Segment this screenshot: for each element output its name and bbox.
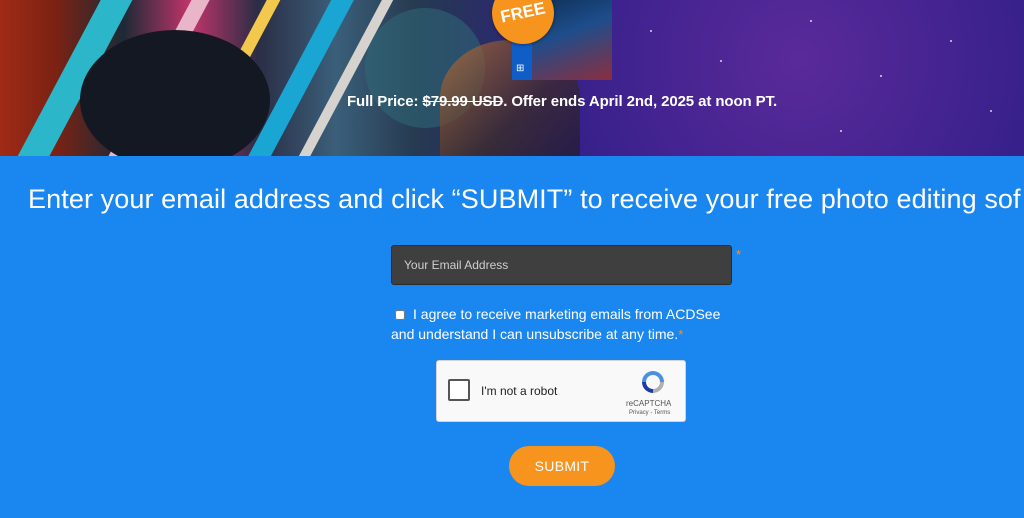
consent-label: I agree to receive marketing emails from… [391, 306, 721, 342]
recaptcha-label: I'm not a robot [481, 384, 558, 398]
recaptcha-checkbox[interactable] [448, 379, 470, 401]
star-dot [650, 30, 652, 32]
windows-icon: ⊞ [516, 63, 525, 74]
submit-button[interactable]: SUBMIT [509, 446, 615, 486]
offer-end-text: . Offer ends April 2nd, 2025 at noon PT. [503, 93, 778, 110]
free-badge-text: FREE [498, 0, 548, 27]
required-asterisk: * [736, 247, 742, 262]
hero-banner: ⊞ FREE Full Price: $79.99 USD. Offer end… [0, 0, 1024, 156]
star-dot [990, 110, 992, 112]
recaptcha-links[interactable]: Privacy - Terms [629, 410, 670, 416]
form-headline: Enter your email address and click “SUBM… [28, 184, 1021, 214]
price-prefix: Full Price: [346, 93, 423, 110]
star-dot [880, 75, 882, 77]
recaptcha-widget: I'm not a robot reCAPTCHA Privacy - Term… [436, 360, 686, 422]
old-price: $79.99 USD [422, 93, 504, 110]
price-offer-text: Full Price: $79.99 USD. Offer ends April… [0, 93, 1024, 110]
star-dot [810, 20, 812, 22]
required-asterisk: * [678, 327, 684, 342]
recaptcha-icon [642, 371, 664, 393]
email-field[interactable] [391, 245, 732, 285]
star-dot [720, 60, 722, 62]
consent-row: I agree to receive marketing emails from… [391, 304, 731, 345]
consent-checkbox[interactable] [395, 310, 405, 321]
recaptcha-brand: reCAPTCHA [626, 399, 672, 408]
star-dot [840, 130, 842, 132]
star-dot [950, 40, 952, 42]
